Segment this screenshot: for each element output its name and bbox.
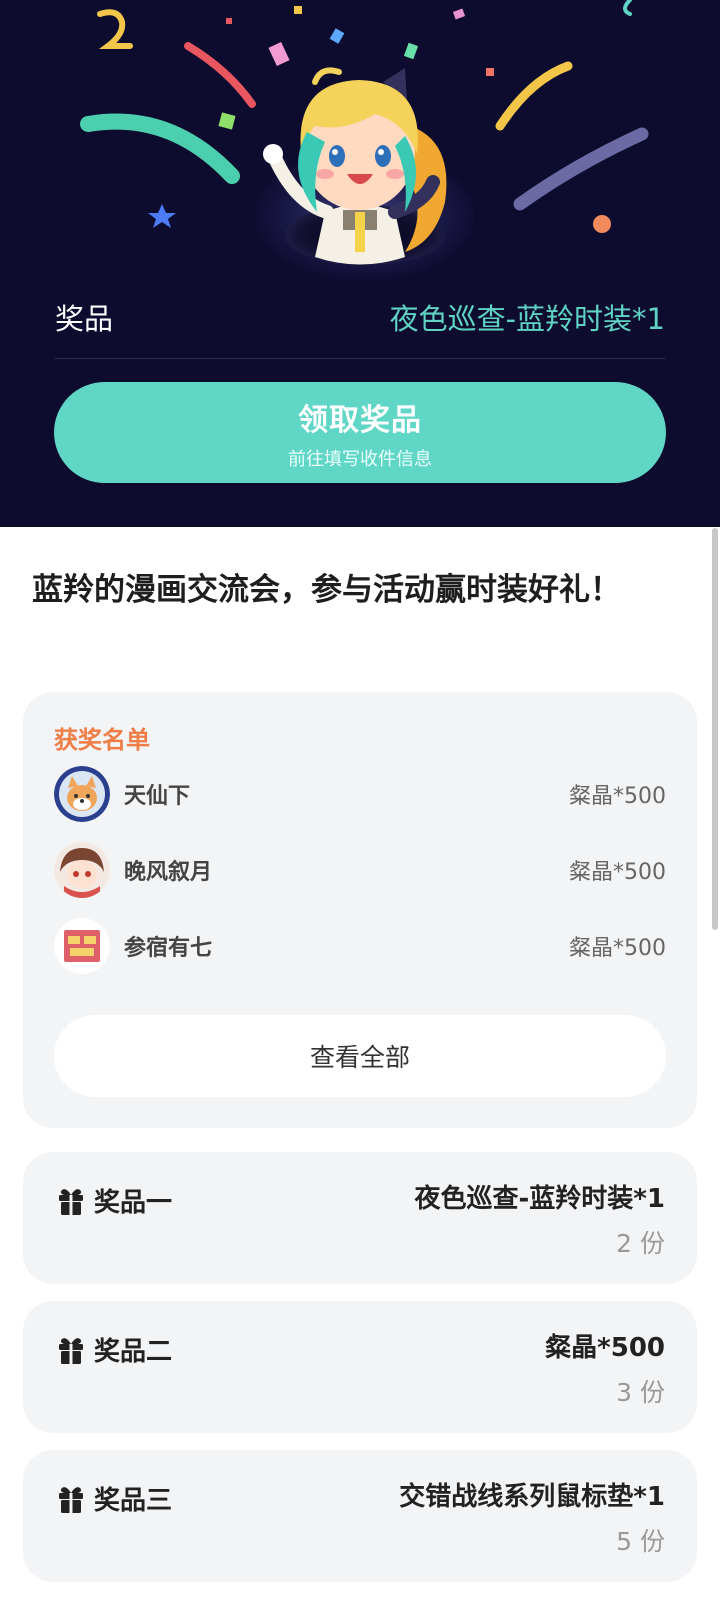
winner-name: 参宿有七	[124, 936, 213, 961]
hero-banner: 奖品 夜色巡查-蓝羚时装*1 领取奖品 前往填写收件信息	[0, 0, 720, 527]
winner-row: 晚风叙月 粲晶*500	[54, 842, 666, 898]
claim-button-subtitle: 前往填写收件信息	[288, 448, 432, 470]
winners-title: 获奖名单	[54, 726, 150, 754]
winner-row: 天仙下 粲晶*500	[54, 766, 666, 822]
winner-prize: 粲晶*500	[569, 860, 666, 885]
prize-label: 奖品二	[94, 1337, 173, 1367]
prize-card: 奖品二 粲晶*500 3 份	[23, 1301, 697, 1433]
prize-count: 2 份	[616, 1229, 665, 1258]
prize-name: 夜色巡查-蓝羚时装*1	[414, 1184, 665, 1214]
avatar	[54, 766, 110, 822]
prize-card-header: 奖品一	[58, 1182, 172, 1219]
event-title: 蓝羚的漫画交流会，参与活动赢时装好礼！	[32, 572, 621, 608]
claim-button-title: 领取奖品	[298, 402, 422, 438]
hero-prize-label: 奖品	[55, 302, 114, 336]
mascot-illustration	[263, 67, 447, 265]
prize-card: 奖品一 夜色巡查-蓝羚时装*1 2 份	[23, 1152, 697, 1284]
prize-name: 粲晶*500	[545, 1333, 665, 1363]
prize-label: 奖品三	[94, 1486, 173, 1516]
avatar	[54, 842, 110, 898]
hero-prize-row: 奖品 夜色巡查-蓝羚时装*1	[55, 292, 665, 342]
hero-prize-name: 夜色巡查-蓝羚时装*1	[389, 302, 665, 336]
winner-prize: 粲晶*500	[569, 936, 666, 961]
avatar	[54, 918, 110, 974]
winner-row: 参宿有七 粲晶*500	[54, 918, 666, 974]
gift-icon	[59, 1337, 83, 1364]
winner-prize: 粲晶*500	[569, 784, 666, 809]
claim-prize-button[interactable]: 领取奖品 前往填写收件信息	[54, 382, 666, 483]
hero-divider	[55, 358, 665, 359]
prize-label: 奖品一	[94, 1188, 173, 1218]
prize-name: 交错战线系列鼠标垫*1	[399, 1482, 665, 1512]
view-all-button[interactable]: 查看全部	[54, 1015, 666, 1097]
prize-card: 奖品三 交错战线系列鼠标垫*1 5 份	[23, 1450, 697, 1582]
winner-name: 天仙下	[124, 784, 191, 809]
winners-card: 获奖名单 天仙下 粲晶*500 晚风叙月 粲晶*500 参宿有七 粲晶*500 …	[23, 692, 697, 1128]
prize-card-header: 奖品二	[58, 1331, 172, 1368]
gift-icon	[59, 1486, 83, 1513]
page-scrollbar[interactable]	[712, 528, 718, 930]
prize-count: 3 份	[616, 1378, 665, 1407]
prize-count: 5 份	[616, 1527, 665, 1556]
prize-card-header: 奖品三	[58, 1480, 172, 1517]
gift-icon	[59, 1188, 83, 1215]
winner-name: 晚风叙月	[124, 860, 213, 885]
